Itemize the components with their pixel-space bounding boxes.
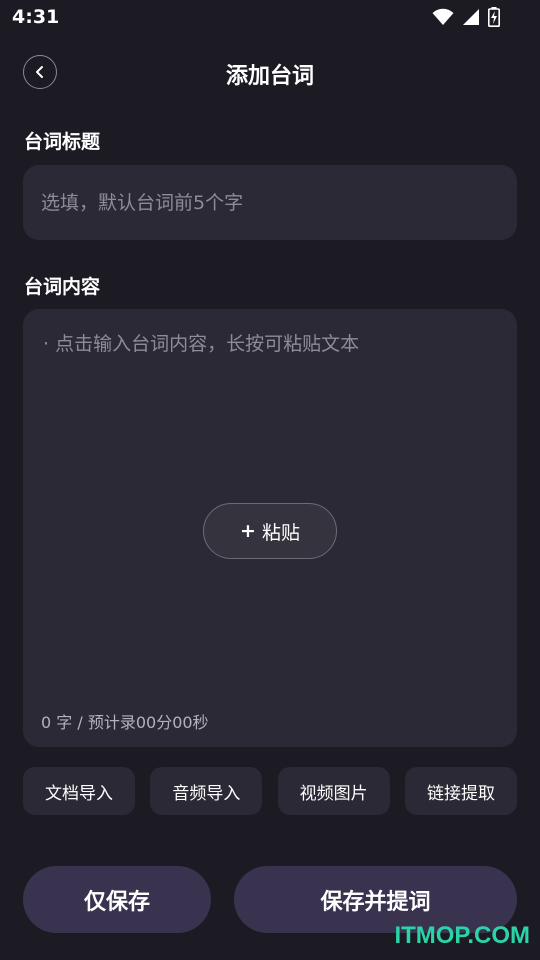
header: 添加台词: [0, 52, 540, 96]
content-textarea[interactable]: [41, 327, 503, 671]
status-time: 4:31: [12, 6, 60, 28]
content-box[interactable]: + 粘贴 0 字 / 预计录00分00秒: [23, 309, 517, 747]
plus-icon: +: [240, 520, 256, 542]
status-icons: [432, 7, 500, 27]
battery-charging-icon: [488, 7, 500, 27]
title-input[interactable]: [23, 165, 517, 240]
title-section-label: 台词标题: [24, 131, 101, 153]
content-section-label: 台词内容: [24, 276, 101, 298]
import-document-button[interactable]: 文档导入: [23, 767, 135, 815]
extract-link-button[interactable]: 链接提取: [404, 767, 517, 815]
wifi-icon: [432, 8, 454, 25]
word-counter: 0 字 / 预计录00分00秒: [41, 713, 209, 732]
status-bar: 4:31: [0, 0, 540, 36]
import-video-image-button[interactable]: 视频图片: [277, 767, 390, 815]
paste-button[interactable]: + 粘贴: [203, 503, 337, 559]
paste-button-label: 粘贴: [261, 521, 300, 544]
save-only-button[interactable]: 仅保存: [23, 866, 211, 933]
signal-icon: [463, 9, 479, 25]
page-title: 添加台词: [225, 64, 314, 89]
import-options: 文档导入 音频导入 视频图片 链接提取: [23, 767, 517, 815]
import-audio-button[interactable]: 音频导入: [150, 767, 263, 815]
watermark: ITMOP.COM: [394, 922, 530, 949]
